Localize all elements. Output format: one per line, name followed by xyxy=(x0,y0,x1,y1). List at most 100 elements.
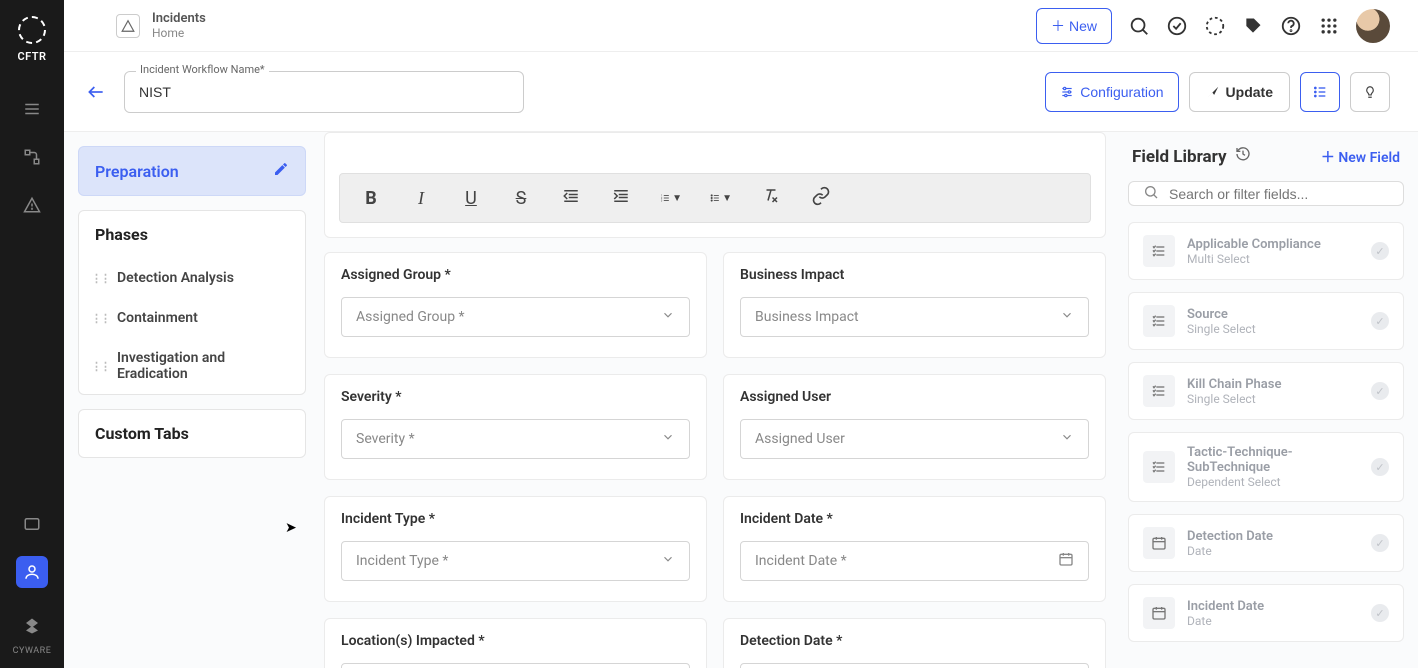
svg-text:3: 3 xyxy=(661,199,663,202)
library-item[interactable]: Tactic-Technique-SubTechniqueDependent S… xyxy=(1128,432,1404,502)
new-button[interactable]: ＋New xyxy=(1036,8,1112,44)
ordered-list-icon[interactable]: 123▼ xyxy=(660,189,682,207)
form-field-card: Incident Type *Incident Type * xyxy=(324,496,707,602)
phase-item[interactable]: ⋮⋮ Investigation and Eradication xyxy=(79,338,305,394)
library-item[interactable]: Detection DateDate✓ xyxy=(1128,514,1404,572)
form-field-card: Severity * Severity * xyxy=(324,374,707,480)
phases-sidebar: Preparation Phases ⋮⋮Detection Analysis⋮… xyxy=(64,132,316,668)
date-input[interactable]: Detection Date * xyxy=(740,663,1089,668)
back-button[interactable] xyxy=(82,78,110,106)
chevron-down-icon xyxy=(661,308,675,326)
nodes-icon[interactable] xyxy=(16,141,48,173)
drag-icon[interactable]: ⋮⋮ xyxy=(91,360,109,373)
form-field-card: Detection Date *Detection Date * xyxy=(723,618,1106,668)
link-icon[interactable] xyxy=(810,186,832,211)
incident-crumb-icon xyxy=(116,14,140,38)
bullet-list-icon[interactable]: ▼ xyxy=(710,189,732,207)
search-icon[interactable] xyxy=(1128,15,1150,37)
phase-item[interactable]: ⋮⋮ Detection Analysis xyxy=(79,258,305,298)
new-field-button[interactable]: ＋ New Field xyxy=(1321,147,1400,167)
logo-icon xyxy=(18,16,46,44)
phase-item[interactable]: ⋮⋮ Containment xyxy=(79,298,305,338)
library-item-type: Multi Select xyxy=(1187,252,1359,266)
library-item-type: Single Select xyxy=(1187,322,1359,336)
outdent-icon[interactable] xyxy=(560,187,582,210)
phase-label: Investigation and Eradication xyxy=(117,350,289,382)
italic-icon[interactable]: I xyxy=(410,188,432,209)
breadcrumb-title: Incidents xyxy=(152,11,206,27)
rte-area[interactable] xyxy=(339,133,1091,173)
field-type-icon xyxy=(1143,375,1175,407)
select-input[interactable]: Location(s) Impacted * xyxy=(341,663,690,668)
library-item[interactable]: SourceSingle Select✓ xyxy=(1128,292,1404,350)
field-type-icon xyxy=(1143,451,1175,483)
phase-label: Containment xyxy=(117,310,198,326)
hint-button[interactable] xyxy=(1350,72,1390,112)
chevron-down-icon xyxy=(661,430,675,448)
update-button[interactable]: Update xyxy=(1189,72,1290,112)
top-bar: Incidents Home ＋New xyxy=(64,0,1418,52)
library-item-type: Date xyxy=(1187,614,1359,628)
avatar[interactable] xyxy=(1356,9,1390,43)
select-input[interactable]: Assigned User xyxy=(740,419,1089,459)
alert-icon[interactable] xyxy=(16,189,48,221)
form-field-card: Assigned Group * Assigned Group * xyxy=(324,252,707,358)
form-field-card: Assigned User Assigned User xyxy=(723,374,1106,480)
library-item[interactable]: Incident DateDate ✓ xyxy=(1128,584,1404,642)
menu-icon[interactable] xyxy=(16,93,48,125)
calendar-icon xyxy=(1058,551,1074,571)
breadcrumb-sub[interactable]: Home xyxy=(152,26,206,40)
strike-icon[interactable]: S xyxy=(510,188,532,209)
library-item-name: Incident Date xyxy=(1187,599,1359,614)
edit-icon[interactable] xyxy=(273,161,289,181)
panel-icon[interactable] xyxy=(16,508,48,540)
nav-rail: CFTR CYWARE xyxy=(0,0,64,668)
field-search-input[interactable] xyxy=(1169,186,1389,202)
library-item[interactable]: Applicable ComplianceMulti Select ✓ xyxy=(1128,222,1404,280)
tag-icon[interactable] xyxy=(1242,15,1264,37)
history-icon[interactable] xyxy=(1235,146,1251,167)
check-icon: ✓ xyxy=(1371,242,1389,260)
library-item[interactable]: Kill Chain PhaseSingle Select✓ xyxy=(1128,362,1404,420)
select-input[interactable]: Assigned Group * xyxy=(341,297,690,337)
date-input[interactable]: Incident Date * xyxy=(740,541,1089,581)
field-label: Assigned User xyxy=(740,389,1089,405)
select-input[interactable]: Incident Type * xyxy=(341,541,690,581)
timer-icon[interactable] xyxy=(1204,15,1226,37)
workflow-name-input[interactable] xyxy=(124,71,524,113)
library-item-name: Detection Date xyxy=(1187,529,1359,544)
check-icon: ✓ xyxy=(1371,382,1389,400)
user-icon[interactable] xyxy=(16,556,48,588)
library-item-name: Tactic-Technique-SubTechnique xyxy=(1187,445,1359,475)
form-canvas: B I U S 123▼ ▼ Assigned Group *Assigned … xyxy=(316,132,1120,668)
indent-icon[interactable] xyxy=(610,187,632,210)
check-icon[interactable] xyxy=(1166,15,1188,37)
field-search[interactable] xyxy=(1128,181,1404,206)
drag-icon[interactable]: ⋮⋮ xyxy=(91,272,109,285)
select-input[interactable]: Severity * xyxy=(341,419,690,459)
bold-icon[interactable]: B xyxy=(360,188,382,209)
sub-header: Incident Workflow Name* Configuration Up… xyxy=(64,52,1418,132)
clear-format-icon[interactable] xyxy=(760,187,782,210)
configuration-button[interactable]: Configuration xyxy=(1045,72,1178,112)
check-icon: ✓ xyxy=(1371,604,1389,622)
help-icon[interactable] xyxy=(1280,15,1302,37)
field-type-icon xyxy=(1143,305,1175,337)
phases-heading: Phases xyxy=(79,211,305,258)
drag-icon[interactable]: ⋮⋮ xyxy=(91,312,109,325)
field-label: Severity * xyxy=(341,389,690,405)
field-library-title: Field Library xyxy=(1132,147,1227,167)
field-label: Assigned Group * xyxy=(341,267,690,283)
underline-icon[interactable]: U xyxy=(460,188,482,209)
chevron-down-icon xyxy=(661,552,675,570)
form-field-card: Incident Date *Incident Date * xyxy=(723,496,1106,602)
phase-label: Detection Analysis xyxy=(117,270,234,286)
form-field-card: Business ImpactBusiness Impact xyxy=(723,252,1106,358)
apps-icon[interactable] xyxy=(1318,15,1340,37)
check-icon: ✓ xyxy=(1371,534,1389,552)
library-item-name: Applicable Compliance xyxy=(1187,237,1359,252)
select-input[interactable]: Business Impact xyxy=(740,297,1089,337)
list-view-button[interactable] xyxy=(1300,72,1340,112)
company-logo-icon xyxy=(16,610,48,642)
preparation-card[interactable]: Preparation xyxy=(78,146,306,196)
